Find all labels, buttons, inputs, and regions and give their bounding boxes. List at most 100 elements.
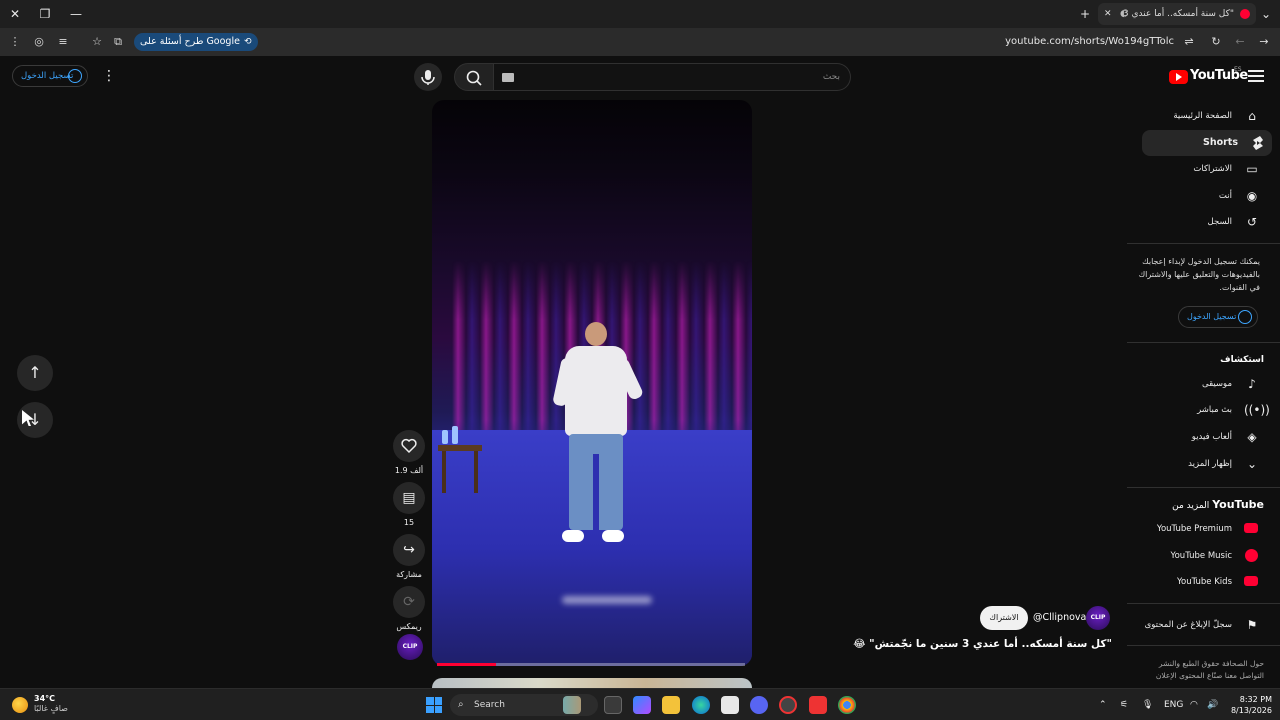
shorts-icon	[1250, 135, 1266, 151]
short-video-player[interactable]	[432, 100, 752, 666]
forward-icon[interactable]: →	[1255, 33, 1273, 51]
sidebar-item-music[interactable]: موسيقى ♪	[1136, 371, 1266, 397]
discord-icon[interactable]	[750, 696, 768, 714]
hamburger-menu-icon[interactable]	[1248, 67, 1264, 87]
volume-icon[interactable]: 🔊	[1207, 689, 1218, 720]
youtube-play-icon	[1169, 70, 1188, 84]
install-app-icon[interactable]: ⧉	[109, 33, 127, 51]
sidebar-item-youtube-kids[interactable]: YouTube Kids	[1136, 569, 1266, 595]
sidebar-item-label: الاشتراكات	[1193, 164, 1232, 174]
share-action[interactable]: ↪ مشاركة	[392, 534, 426, 579]
reload-icon[interactable]: ↻	[1207, 33, 1225, 51]
microphone-icon	[421, 70, 435, 85]
minimize-window-icon[interactable]: —	[66, 4, 86, 24]
network-icon[interactable]: ⚟	[1120, 689, 1128, 720]
sidebar-item-history[interactable]: السجل ↺	[1136, 209, 1266, 235]
heart-icon	[401, 438, 417, 454]
sidebar-item-label: YouTube Premium	[1156, 524, 1232, 534]
like-count: 1.9 ألف	[394, 466, 424, 475]
like-button[interactable]	[393, 430, 425, 462]
widget-thumbnail-icon[interactable]	[563, 696, 581, 714]
sidebar-item-shorts[interactable]: Shorts	[1142, 130, 1272, 156]
restore-window-icon[interactable]: ❐	[35, 4, 55, 24]
windows-taskbar: 34°C صافٍ غالبًا ⌕ Search ⌃ ⚟ 🎙 ENG ◠ 🔊 …	[0, 688, 1280, 720]
more-from-brand: YouTube	[1212, 498, 1264, 511]
ms-store-icon[interactable]	[721, 696, 739, 714]
tab-title: "كل سنة أمسكه.. أما عندي 3	[1122, 9, 1234, 19]
youtube-music-icon	[1245, 549, 1258, 562]
close-tab-icon[interactable]: ✕	[1104, 3, 1112, 25]
ask-google-button[interactable]: طرح أسئلة على Google ⟲	[134, 33, 258, 51]
system-clock[interactable]: 8:32 PM 8/13/2026	[1228, 694, 1272, 716]
task-view-icon[interactable]	[604, 696, 622, 714]
search-input[interactable]	[540, 69, 840, 85]
previous-short-button[interactable]: ↑	[17, 355, 53, 391]
sidebar-item-you[interactable]: أنت ◉	[1136, 183, 1266, 209]
short-title: "كل سنة أمسكه.. أما عندي 3 سنين ما نجّمت…	[853, 638, 1112, 650]
youtube-premium-icon	[1244, 523, 1258, 533]
performer-shirt	[565, 346, 627, 436]
sidebar-divider	[1127, 603, 1280, 604]
performer-shoe	[602, 530, 624, 542]
edge-browser-icon[interactable]	[692, 696, 710, 714]
tab-search-icon[interactable]: ⌄	[1256, 4, 1276, 24]
wifi-icon[interactable]: ◠	[1190, 689, 1198, 720]
clock-date: 8/13/2026	[1230, 706, 1272, 715]
like-action[interactable]: 1.9 ألف	[392, 430, 426, 475]
video-progress-bar[interactable]	[437, 663, 745, 666]
app-icon[interactable]	[779, 696, 797, 714]
input-language[interactable]: ENG	[1164, 689, 1183, 720]
audio-icon[interactable]: ◐	[1120, 3, 1128, 25]
sidebar-item-label: بث مباشر	[1197, 405, 1232, 415]
search-button[interactable]	[454, 63, 494, 91]
sidebar-item-gaming[interactable]: ألعاب فيديو ◈	[1136, 424, 1266, 450]
sidebar-item-label: ألعاب فيديو	[1191, 432, 1232, 442]
remix-button[interactable]: ⟳	[393, 586, 425, 618]
bookmark-star-icon[interactable]: ☆	[88, 33, 106, 51]
channel-avatar[interactable]: CLIP	[397, 634, 423, 660]
account-icon	[68, 69, 82, 83]
comment-button[interactable]: ▤	[393, 482, 425, 514]
comment-action[interactable]: ▤ 15	[392, 482, 426, 527]
reading-mode-icon[interactable]: ≡	[54, 33, 72, 51]
sidebar-item-subscriptions[interactable]: الاشتراكات ▭	[1136, 156, 1266, 182]
search-icon: ⌕	[458, 699, 464, 710]
new-tab-button[interactable]: +	[1075, 4, 1095, 24]
profile-icon[interactable]: ◎	[30, 33, 48, 51]
active-tab[interactable]: ✕ ◐ "كل سنة أمسكه.. أما عندي 3	[1098, 3, 1256, 25]
sidebar-item-report-history[interactable]: سجلّ الإبلاغ عن المحتوى ⚑	[1136, 612, 1266, 638]
menu-kebab-icon[interactable]: ⋮	[6, 33, 24, 51]
sidebar-signin-label: تسجيل الدخول	[1187, 312, 1237, 321]
sidebar-item-youtube-music[interactable]: YouTube Music	[1136, 543, 1266, 569]
voice-search-button[interactable]	[414, 63, 442, 91]
sidebar-signin-button[interactable]: تسجيل الدخول	[1178, 306, 1258, 328]
channel-handle[interactable]: @Cllipnova	[1033, 612, 1086, 623]
remix-action[interactable]: ⟳ ريمكس	[392, 586, 426, 631]
weather-sun-icon[interactable]	[12, 697, 28, 713]
share-button[interactable]: ↪	[393, 534, 425, 566]
app-icon[interactable]	[809, 696, 827, 714]
tray-overflow-icon[interactable]: ⌃	[1099, 689, 1107, 720]
url-text[interactable]: youtube.com/shorts/Wo194gTTolc	[1005, 33, 1174, 51]
chrome-icon[interactable]	[838, 696, 856, 714]
close-window-icon[interactable]: ✕	[5, 4, 25, 24]
mic-tray-icon[interactable]: 🎙	[1142, 689, 1153, 720]
back-icon[interactable]: ←	[1231, 33, 1249, 51]
store-app-icon[interactable]	[633, 696, 651, 714]
country-code: ES	[1234, 66, 1242, 73]
sidebar-item-home[interactable]: الصفحة الرئيسية ⌂	[1136, 103, 1266, 129]
settings-kebab-icon[interactable]: ⋮	[100, 66, 118, 86]
subscribe-button[interactable]: الاشتراك	[980, 606, 1028, 630]
sidebar-item-show-more[interactable]: إظهار المزيد ⌄	[1136, 451, 1266, 477]
sidebar-footer-links[interactable]: حول الصحافة حقوق الطبع والنشر التواصل مع…	[1134, 658, 1264, 682]
site-settings-icon[interactable]: ⇌	[1180, 33, 1198, 51]
signin-button[interactable]: تسجيل الدخول	[12, 65, 88, 87]
search-box[interactable]	[494, 63, 851, 91]
file-explorer-icon[interactable]	[662, 696, 680, 714]
sidebar-item-live[interactable]: بث مباشر ((•))	[1136, 397, 1270, 423]
keyboard-icon[interactable]	[502, 73, 514, 82]
weather-widget[interactable]: 34°C صافٍ غالبًا	[34, 694, 68, 714]
sidebar-item-youtube-premium[interactable]: YouTube Premium	[1136, 516, 1266, 542]
channel-owner-avatar[interactable]: CLIP	[1086, 606, 1110, 630]
windows-start-icon[interactable]	[426, 697, 442, 713]
